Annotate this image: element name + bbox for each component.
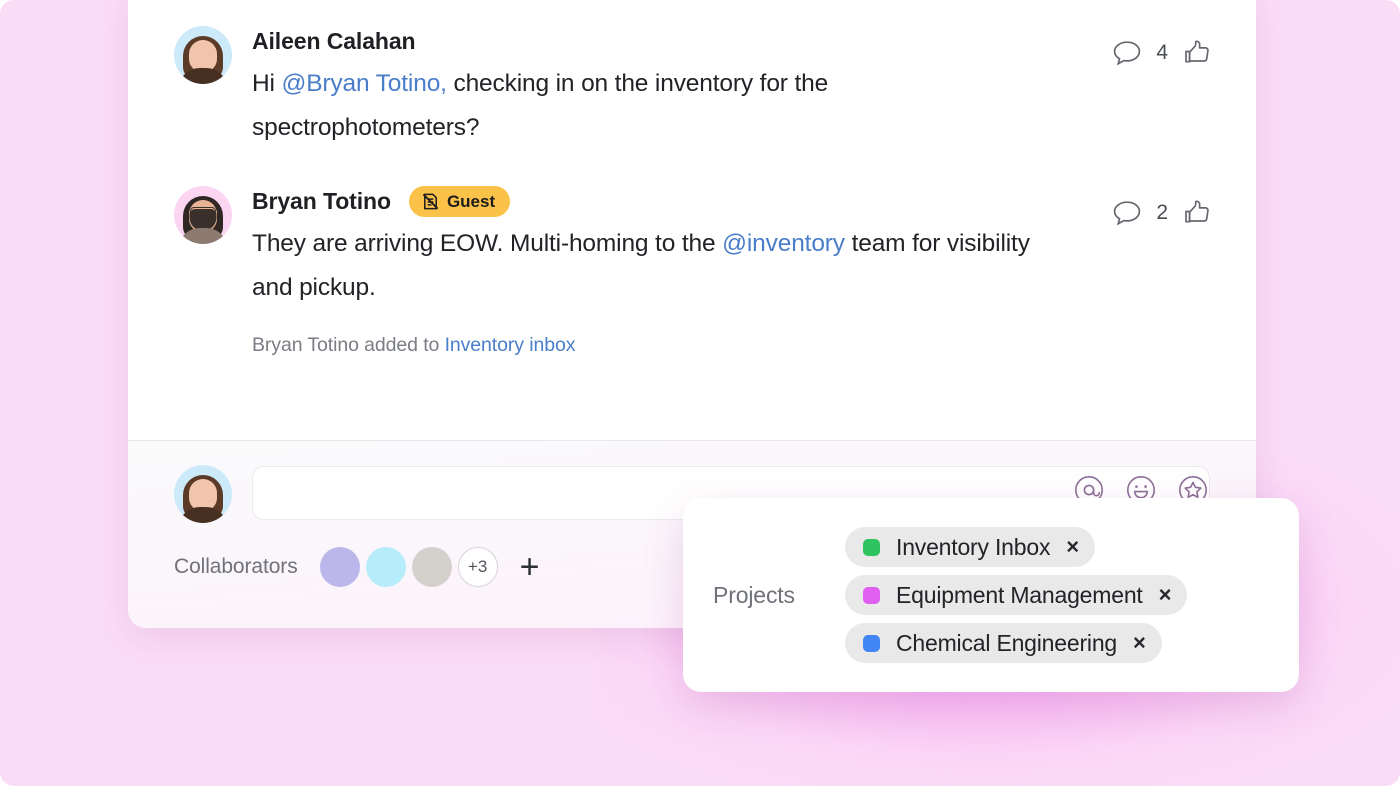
project-chip-label: Equipment Management [896, 581, 1143, 608]
remove-project-icon[interactable]: × [1159, 584, 1172, 606]
project-chip-label: Inventory Inbox [896, 533, 1051, 560]
comment-count: 2 [1156, 201, 1168, 224]
page-root: Aileen Calahan Hi @Bryan Totino, checkin… [0, 0, 1400, 786]
thumbs-up-icon[interactable] [1182, 198, 1212, 228]
message-author: Aileen Calahan [252, 27, 416, 54]
collaborator-avatar-2[interactable] [365, 547, 406, 587]
remove-project-icon[interactable]: × [1066, 536, 1079, 558]
project-chip-label: Chemical Engineering [896, 629, 1118, 656]
message-actions: 4 [1112, 38, 1212, 68]
comment-bubble-icon[interactable] [1112, 199, 1142, 227]
avatar-bryan-totino[interactable] [174, 186, 232, 244]
collaborator-avatar-stack: +3 [319, 547, 504, 587]
thumbs-up-icon[interactable] [1182, 38, 1212, 68]
project-chip[interactable]: Chemical Engineering × [845, 623, 1162, 663]
projects-chip-list: Inventory Inbox × Equipment Management ×… [845, 527, 1188, 663]
message-item: Aileen Calahan Hi @Bryan Totino, checkin… [174, 24, 1212, 156]
project-color-swatch [863, 586, 880, 604]
project-chip[interactable]: Equipment Management × [845, 575, 1188, 615]
project-color-swatch [863, 538, 880, 556]
collaborator-avatar-3[interactable] [411, 547, 452, 587]
project-color-swatch [863, 634, 880, 652]
remove-project-icon[interactable]: × [1133, 632, 1146, 654]
status-badge-label: Guest [446, 191, 496, 211]
collaborators-label: Collaborators [174, 555, 298, 578]
comment-count: 4 [1156, 41, 1168, 64]
mention-link[interactable]: @inventory [722, 230, 845, 257]
mention-link[interactable]: @Bryan Totino, [282, 70, 447, 97]
guest-pass-icon [421, 192, 440, 211]
message-thread: Aileen Calahan Hi @Bryan Totino, checkin… [128, 0, 1256, 363]
projects-label: Projects [713, 581, 795, 608]
message-text: They are arriving EOW. Multi-homing to t… [252, 222, 1062, 310]
message-item: Bryan Totino Guest They are arriving EOW… [174, 184, 1212, 363]
message-text-part: They are arriving EOW. Multi-homing to t… [252, 230, 723, 257]
projects-popup: Projects Inventory Inbox × Equipment Man… [683, 498, 1299, 692]
status-badge: Guest [408, 185, 511, 217]
avatar-current-user[interactable] [174, 465, 232, 523]
collaborator-avatar-1[interactable] [319, 547, 360, 587]
system-line-prefix: Bryan Totino added to [252, 334, 445, 356]
avatar-aileen-calahan[interactable] [174, 26, 232, 84]
system-line-link[interactable]: Inventory inbox [445, 334, 576, 356]
message-text: Hi @Bryan Totino, checking in on the inv… [252, 62, 1052, 150]
message-author: Bryan Totino [252, 187, 391, 214]
add-collaborator-button[interactable]: + [520, 550, 540, 584]
system-activity-line: Bryan Totino added to Inventory inbox [252, 334, 1212, 357]
message-actions: 2 [1112, 198, 1212, 228]
project-chip[interactable]: Inventory Inbox × [845, 527, 1096, 567]
comment-bubble-icon[interactable] [1112, 39, 1142, 67]
collaborator-overflow-count[interactable]: +3 [457, 547, 498, 587]
message-text-part: Hi [252, 70, 282, 97]
